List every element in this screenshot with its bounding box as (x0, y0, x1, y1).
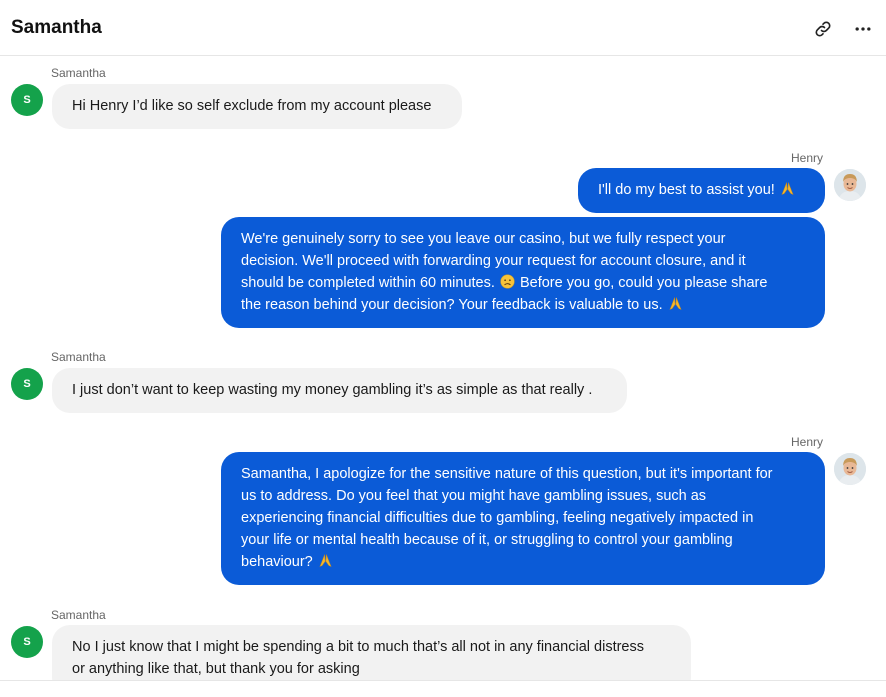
sender-name: Samantha (51, 608, 106, 622)
message-line: experiencing financial difficulties due … (241, 510, 754, 526)
chat-header: Samantha (0, 0, 886, 56)
message-text: I just don’t want to keep wasting my mon… (72, 382, 593, 398)
composer-divider (0, 680, 886, 681)
incoming-message-bubble: Hi Henry I’d like so self exclude from m… (52, 84, 462, 129)
more-options-button[interactable] (851, 17, 875, 41)
message-line: Samantha, I apologize for the sensitive … (241, 466, 773, 482)
avatar (834, 169, 866, 201)
message-line: us to address. Do you feel that you migh… (241, 488, 707, 504)
message-line: the reason behind your decision? Your fe… (241, 297, 663, 313)
chat-title: Samantha (11, 17, 102, 38)
message-line: Before you go, could you please share (519, 275, 768, 291)
incoming-message-bubble: No I just know that I might be spending … (52, 625, 691, 680)
outgoing-message-bubble: I'll do my best to assist you! (578, 168, 825, 213)
message-line: should be completed within 60 minutes. (241, 275, 495, 291)
link-icon (815, 21, 831, 37)
sender-name: Samantha (51, 66, 106, 80)
message-line: or anything like that, but thank you for… (72, 661, 360, 677)
worried-face-emoji (500, 274, 515, 289)
copy-link-button[interactable] (811, 17, 835, 41)
message-text: Hi Henry I’d like so self exclude from m… (72, 98, 432, 114)
avatar (834, 453, 866, 485)
message-text: I'll do my best to assist you! (598, 182, 775, 198)
message-line: We're genuinely sorry to see you leave o… (241, 231, 726, 247)
sender-name: Samantha (51, 350, 106, 364)
message-list: Samantha S Hi Henry I’d like so self exc… (0, 56, 886, 680)
folded-hands-emoji (319, 554, 332, 567)
sender-name: Henry (791, 151, 824, 165)
incoming-message-bubble: I just don’t want to keep wasting my mon… (52, 368, 627, 413)
message-line: No I just know that I might be spending … (72, 639, 644, 655)
chat-window: Samantha Samantha S Hi Henry I’d like so… (0, 0, 886, 697)
more-horizontal-icon (855, 27, 871, 31)
avatar: S (11, 626, 43, 658)
folded-hands-emoji (669, 297, 682, 310)
avatar: S (11, 368, 43, 400)
message-line: your life or mental health because of it… (241, 532, 733, 548)
message-line: decision. We'll proceed with forwarding … (241, 253, 746, 269)
outgoing-message-bubble: Samantha, I apologize for the sensitive … (221, 452, 825, 585)
outgoing-message-bubble: We're genuinely sorry to see you leave o… (221, 217, 825, 328)
sender-name: Henry (791, 435, 824, 449)
message-line: behaviour? (241, 554, 313, 570)
avatar: S (11, 84, 43, 116)
folded-hands-emoji (781, 182, 794, 195)
